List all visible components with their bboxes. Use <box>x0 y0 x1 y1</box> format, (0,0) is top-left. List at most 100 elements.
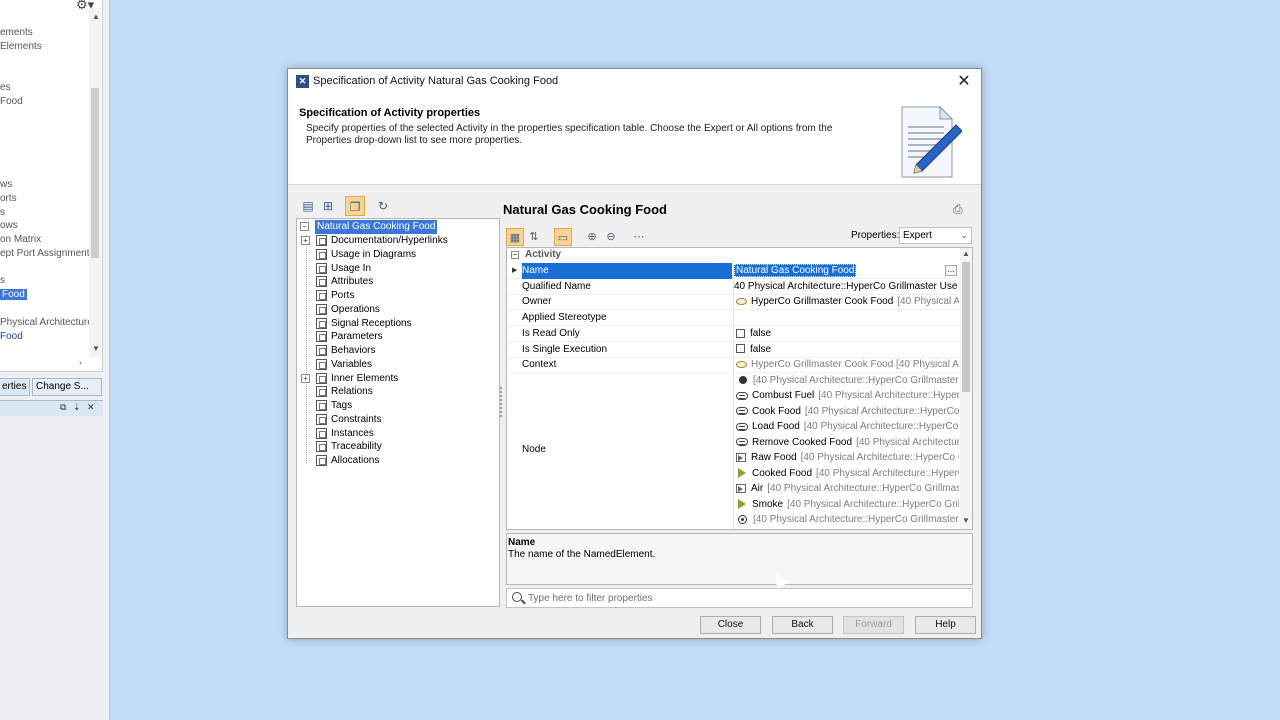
grid-scrollbar[interactable]: ▲ ▼ <box>960 248 972 529</box>
tree-item[interactable]: Allocations <box>297 454 497 468</box>
property-row[interactable]: Context HyperCo Grillmaster Cook Food [40… <box>507 357 959 374</box>
expand-icon[interactable]: + <box>301 373 310 383</box>
property-value[interactable]: Natural Gas Cooking Food <box>734 263 959 279</box>
property-row[interactable]: Qualified Name 40 Physical Architecture::… <box>507 279 959 295</box>
table-view-icon[interactable]: ▤ <box>298 196 318 216</box>
tree-item[interactable]: Tags <box>297 399 497 413</box>
node-value-item[interactable]: Remove Cooked Food [40 Physical Architect… <box>507 435 959 451</box>
background-tree-item[interactable]: Physical Architecture <box>0 317 93 328</box>
settings-icon[interactable]: ⎙ <box>953 202 963 217</box>
scroll-down-icon[interactable]: ▼ <box>962 516 970 525</box>
node-value-item[interactable]: Cook Food [40 Physical Architecture::Hype… <box>507 404 959 420</box>
scroll-down-icon[interactable]: ▼ <box>92 344 100 353</box>
node-value-item[interactable]: Raw Food [40 Physical Architecture::Hyper… <box>507 450 959 466</box>
filter-options-icon[interactable]: ⋯ <box>630 228 648 246</box>
tree-item[interactable]: Attributes <box>297 275 497 289</box>
property-row[interactable]: Owner HyperCo Grillmaster Cook Food [40 Ph… <box>507 294 959 311</box>
background-tree-item[interactable]: ws <box>0 179 12 190</box>
node-value-item[interactable]: Load Food [40 Physical Architecture::Hype… <box>507 419 959 435</box>
pin-icon[interactable]: ⇣ <box>73 402 81 413</box>
property-value[interactable]: HyperCo Grillmaster Cook Food [40 Physic… <box>734 357 959 373</box>
property-page-icon <box>316 262 327 274</box>
property-value[interactable]: false <box>734 342 959 358</box>
background-tree-item[interactable]: s <box>0 207 5 218</box>
background-tree-item[interactable]: es <box>0 82 11 93</box>
background-tree-item-selected[interactable]: Food <box>0 289 27 300</box>
description-title: Name <box>508 537 536 548</box>
background-tree-item[interactable]: Food <box>0 96 23 107</box>
splitter-handle[interactable] <box>500 387 503 417</box>
background-scrollbar[interactable] <box>89 8 101 358</box>
property-row[interactable]: ▶ Name Natural Gas Cooking Food… <box>507 263 959 279</box>
close-button[interactable]: Close <box>700 616 761 634</box>
expand-icon[interactable]: + <box>301 236 310 245</box>
collapse-icon[interactable]: − <box>300 222 309 231</box>
edit-ellipsis-button[interactable]: … <box>945 265 957 276</box>
dialog-titlebar[interactable]: ✕ Specification of Activity Natural Gas … <box>288 69 981 95</box>
checkbox-icon[interactable] <box>736 344 745 354</box>
tree-item[interactable]: Instances <box>297 427 497 441</box>
tree-item[interactable]: + Documentation/Hyperlinks <box>297 234 497 248</box>
property-value[interactable]: HyperCo Grillmaster Cook Food [40 Physica… <box>734 294 959 310</box>
tree-item[interactable]: Parameters <box>297 330 497 344</box>
property-row[interactable]: Applied Stereotype <box>507 310 959 327</box>
node-value-item[interactable]: [40 Physical Architecture::HyperCo Grill… <box>507 512 959 528</box>
show-description-icon[interactable]: ▭ <box>554 228 572 246</box>
node-value-item[interactable]: Air [40 Physical Architecture::HyperCo Gr… <box>507 481 959 497</box>
close-icon[interactable]: ✕ <box>953 71 975 93</box>
sort-alphabetical-icon[interactable]: ⇅ <box>525 228 543 246</box>
tree-item[interactable]: + Inner Elements <box>297 372 497 386</box>
tree-item[interactable]: Usage In <box>297 262 497 276</box>
background-tree-item[interactable]: Elements <box>0 41 42 52</box>
categorized-view-icon[interactable]: ▦ <box>506 228 524 246</box>
properties-mode-select[interactable]: Expert ⌄ <box>899 227 972 244</box>
node-path: [40 Physical Architecture::HyperCo <box>816 467 959 479</box>
tree-item[interactable]: Signal Receptions <box>297 317 497 331</box>
tree-item[interactable]: Traceability <box>297 440 497 454</box>
tree-item[interactable]: Relations <box>297 385 497 399</box>
background-tree-item[interactable]: ements <box>0 27 33 38</box>
tree-item[interactable]: Variables <box>297 358 497 372</box>
filter-input[interactable] <box>528 591 968 606</box>
node-value-item[interactable]: Combust Fuel [40 Physical Architecture::H… <box>507 388 959 404</box>
scroll-up-icon[interactable]: ▲ <box>962 249 970 258</box>
background-tree-item[interactable]: Food <box>0 331 23 342</box>
property-group-header[interactable]: − Activity <box>507 248 959 263</box>
scroll-right-icon[interactable]: › <box>79 358 82 367</box>
property-value-text: 40 Physical Architecture::HyperCo Grillm… <box>734 280 959 292</box>
background-tab-change-sets[interactable]: Change S... <box>32 378 102 396</box>
background-tree-item[interactable]: ept Port Assignments <box>0 248 95 259</box>
tree-root[interactable]: − Natural Gas Cooking Food <box>297 220 497 234</box>
node-value-item[interactable]: [40 Physical Architecture::HyperCo Grill… <box>507 373 959 389</box>
property-page-icon <box>316 358 327 370</box>
tree-item[interactable]: Constraints <box>297 413 497 427</box>
background-tree-item[interactable]: orts <box>0 193 17 204</box>
property-value[interactable]: false <box>734 326 959 342</box>
background-tab-properties[interactable]: erties <box>0 378 30 396</box>
copy-icon[interactable]: ❐ <box>345 196 365 216</box>
collapse-icon[interactable]: − <box>511 251 519 259</box>
tree-item[interactable]: Usage in Diagrams <box>297 248 497 262</box>
tree-item[interactable]: Behaviors <box>297 344 497 358</box>
back-button[interactable]: Back <box>772 616 833 634</box>
tree-view-icon[interactable]: ⊞ <box>318 196 338 216</box>
tree-item[interactable]: Ports <box>297 289 497 303</box>
tree-item[interactable]: Operations <box>297 303 497 317</box>
property-row[interactable]: Is Single Execution false <box>507 342 959 358</box>
restore-icon[interactable]: ⧉ <box>60 402 66 413</box>
property-row[interactable]: Is Read Only false <box>507 326 959 342</box>
property-value[interactable]: 40 Physical Architecture::HyperCo Grillm… <box>734 279 959 295</box>
checkbox-icon[interactable] <box>736 328 745 338</box>
node-value-item[interactable]: Smoke [40 Physical Architecture::HyperCo … <box>507 497 959 513</box>
background-tree-item[interactable]: on Matrix <box>0 234 41 245</box>
background-tree-item[interactable]: ows <box>0 220 18 231</box>
help-button[interactable]: Help <box>915 616 976 634</box>
refresh-icon[interactable]: ↻ <box>373 196 393 216</box>
background-tree-item[interactable]: s <box>0 275 5 286</box>
scroll-up-icon[interactable]: ▲ <box>92 12 100 21</box>
forward-button[interactable]: Forward <box>843 616 904 634</box>
expand-all-icon[interactable]: ⊕ <box>583 228 601 246</box>
collapse-all-icon[interactable]: ⊖ <box>602 228 620 246</box>
node-value-item[interactable]: Cooked Food [40 Physical Architecture::Hy… <box>507 466 959 482</box>
close-icon[interactable]: ✕ <box>87 402 95 413</box>
